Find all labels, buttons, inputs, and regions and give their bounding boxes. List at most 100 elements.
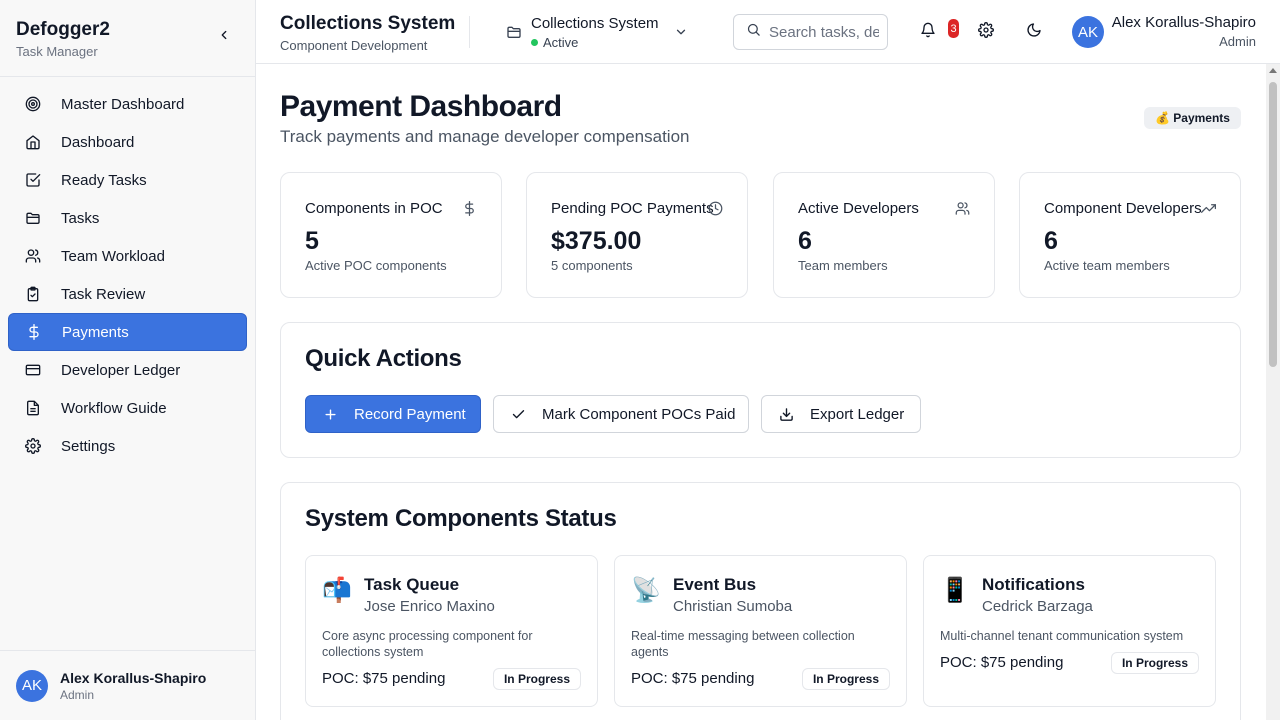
chevron-left-icon	[217, 28, 231, 47]
folder-icon	[24, 209, 42, 227]
dollar-icon	[25, 323, 43, 341]
page-title: Payment Dashboard	[280, 90, 562, 123]
sidebar-item-developer-ledger[interactable]: Developer Ledger	[8, 351, 247, 389]
gear-icon	[24, 437, 42, 455]
sidebar-item-ready-tasks[interactable]: Ready Tasks	[8, 161, 247, 199]
sidebar-item-label: Master Dashboard	[61, 95, 185, 113]
sidebar-nav: Master Dashboard Dashboard Ready Tasks T…	[0, 77, 255, 473]
sidebar-item-workflow-guide[interactable]: Workflow Guide	[8, 389, 247, 427]
collapse-sidebar-button[interactable]	[215, 28, 233, 46]
button-label: Mark Component POCs Paid	[542, 405, 736, 423]
sidebar-item-master-dashboard[interactable]: Master Dashboard	[8, 85, 247, 123]
stat-value: $375.00	[551, 227, 642, 255]
stat-note: Active POC components	[305, 258, 447, 273]
sidebar-item-team-workload[interactable]: Team Workload	[8, 237, 247, 275]
bell-icon	[920, 22, 936, 43]
scroll-up-arrow-icon[interactable]	[1269, 68, 1277, 73]
header-subtitle: Component Development	[280, 38, 428, 53]
system-components-card: System Components Status 📬 Task Queue Jo…	[280, 482, 1241, 720]
stat-value: 6	[1044, 227, 1058, 255]
sidebar-item-label: Payments	[62, 323, 129, 341]
quick-actions-title: Quick Actions	[305, 345, 462, 372]
dollar-icon	[461, 200, 477, 216]
header-title: Collections System	[280, 13, 456, 34]
stat-label: Component Developers	[1044, 200, 1202, 217]
button-label: Export Ledger	[810, 405, 905, 423]
settings-button[interactable]	[976, 21, 996, 43]
sidebar-item-label: Developer Ledger	[61, 361, 181, 379]
user-name: Alex Korallus-Shapiro	[60, 669, 207, 686]
sidebar-item-task-review[interactable]: Task Review	[8, 275, 247, 313]
sidebar: Defogger2 Task Manager Master Dashboard …	[0, 0, 256, 720]
project-selector[interactable]: Collections System Active	[506, 12, 696, 52]
header-user-name: Alex Korallus-Shapiro	[1111, 14, 1256, 31]
header-user-role: Admin	[1219, 34, 1256, 49]
mailbox-icon: 📬	[322, 577, 352, 604]
notifications-button[interactable]	[918, 22, 938, 42]
search-icon	[746, 22, 761, 42]
sidebar-item-label: Settings	[61, 437, 116, 455]
sidebar-item-label: Workflow Guide	[61, 399, 167, 417]
phone-icon: 📱	[940, 577, 970, 604]
trending-up-icon	[1200, 200, 1216, 216]
stat-label: Active Developers	[798, 200, 919, 217]
main-content: Payment Dashboard Track payments and man…	[256, 64, 1266, 720]
component-card-event-bus[interactable]: 📡 Event Bus Christian Sumoba Real-time m…	[614, 555, 907, 707]
sidebar-item-payments[interactable]: Payments	[8, 313, 247, 351]
sidebar-item-tasks[interactable]: Tasks	[8, 199, 247, 237]
page-subtitle: Track payments and manage developer comp…	[280, 127, 690, 146]
status-badge: In Progress	[1110, 652, 1199, 674]
sidebar-user[interactable]: AK Alex Korallus-Shapiro Admin	[0, 650, 255, 720]
system-components-title: System Components Status	[305, 505, 617, 532]
stat-card-pending-poc-payments: Pending POC Payments $375.00 5 component…	[526, 172, 748, 298]
search-input[interactable]	[769, 23, 879, 41]
users-icon	[24, 247, 42, 265]
download-icon	[778, 406, 794, 422]
stat-value: 6	[798, 227, 812, 255]
stat-note: Active team members	[1044, 258, 1170, 273]
scrollbar-thumb[interactable]	[1269, 82, 1277, 367]
check-icon	[510, 406, 526, 422]
status-badge: In Progress	[801, 668, 890, 690]
component-description: Core async processing component for coll…	[322, 629, 533, 659]
moon-icon	[1026, 22, 1042, 43]
component-developer: Christian Sumoba	[673, 598, 793, 615]
stat-card-component-developers: Component Developers 6 Active team membe…	[1019, 172, 1241, 298]
chevron-down-icon	[674, 25, 688, 44]
stat-card-active-developers: Active Developers 6 Team members	[773, 172, 995, 298]
button-label: Record Payment	[354, 405, 466, 423]
header-divider	[469, 16, 470, 48]
record-payment-button[interactable]: Record Payment	[305, 395, 481, 433]
stat-note: Team members	[798, 258, 888, 273]
component-card-task-queue[interactable]: 📬 Task Queue Jose Enrico Maxino Core asy…	[305, 555, 598, 707]
brand-subtitle: Task Manager	[16, 44, 98, 59]
status-dot	[531, 39, 538, 46]
clock-icon	[707, 200, 723, 216]
top-header: Collections System Component Development…	[256, 0, 1280, 64]
sidebar-item-label: Team Workload	[61, 247, 165, 265]
component-developer: Jose Enrico Maxino	[364, 598, 495, 615]
user-role: Admin	[60, 687, 95, 702]
document-icon	[24, 399, 42, 417]
stat-value: 5	[305, 227, 319, 255]
component-description: Real-time messaging between collection a…	[631, 629, 855, 659]
component-developer: Cedrick Barzaga	[982, 598, 1093, 615]
theme-toggle-button[interactable]	[1024, 22, 1044, 42]
brand-title: Defogger2	[16, 19, 110, 40]
home-icon	[24, 133, 42, 151]
header-user[interactable]: Alex Korallus-Shapiro Admin	[1112, 14, 1256, 49]
quick-actions-card: Quick Actions Record Payment Mark Compon…	[280, 322, 1241, 458]
header-avatar[interactable]: AK	[1072, 16, 1104, 48]
sidebar-brand: Defogger2 Task Manager	[0, 0, 255, 77]
main-scrollbar[interactable]	[1266, 64, 1280, 720]
plus-icon	[322, 406, 338, 422]
component-description: Multi-channel tenant communication syste…	[940, 629, 1184, 643]
mark-component-pocs-paid-button[interactable]: Mark Component POCs Paid	[493, 395, 749, 433]
notification-badge: 3	[948, 19, 959, 38]
export-ledger-button[interactable]: Export Ledger	[761, 395, 921, 433]
sidebar-item-dashboard[interactable]: Dashboard	[8, 123, 247, 161]
sidebar-item-settings[interactable]: Settings	[8, 427, 247, 465]
clipboard-check-icon	[24, 285, 42, 303]
gear-icon	[978, 21, 994, 43]
component-card-notifications[interactable]: 📱 Notifications Cedrick Barzaga Multi-ch…	[923, 555, 1216, 707]
